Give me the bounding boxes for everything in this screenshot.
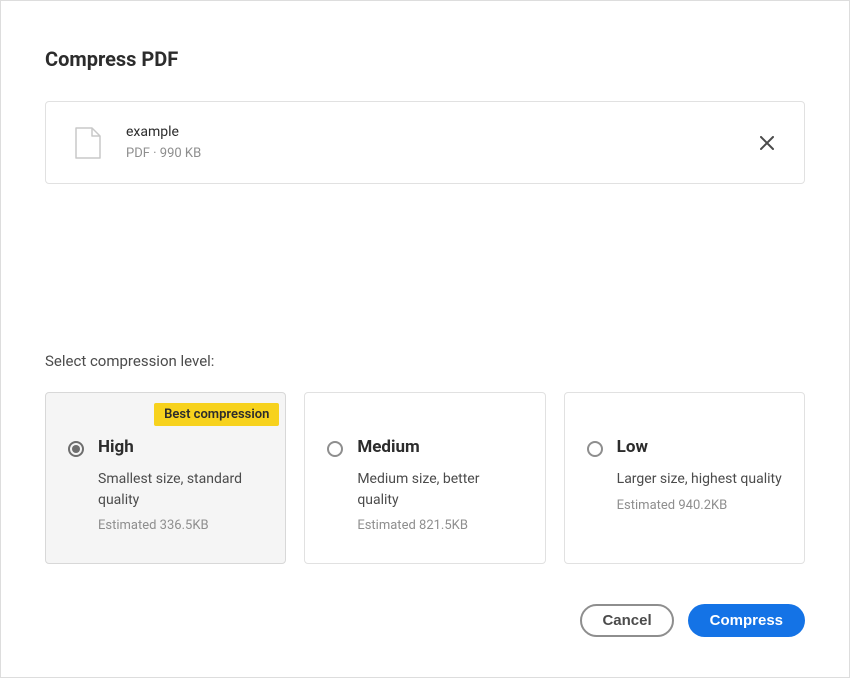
file-card: example PDF · 990 KB: [45, 101, 805, 184]
file-name: example: [126, 124, 734, 140]
cancel-button[interactable]: Cancel: [580, 604, 673, 637]
compress-button[interactable]: Compress: [688, 604, 805, 637]
option-desc: Medium size, better quality: [357, 469, 522, 510]
close-icon[interactable]: [758, 134, 776, 152]
option-title: Medium: [357, 437, 522, 457]
option-estimate: Estimated 940.2KB: [617, 498, 782, 513]
compression-option-medium[interactable]: Medium Medium size, better quality Estim…: [304, 392, 545, 564]
file-info: example PDF · 990 KB: [126, 124, 734, 161]
option-title: Low: [617, 437, 782, 457]
compression-level-label: Select compression level:: [45, 352, 805, 370]
file-meta: PDF · 990 KB: [126, 146, 734, 161]
option-estimate: Estimated 336.5KB: [98, 518, 263, 533]
button-row: Cancel Compress: [45, 604, 805, 637]
best-compression-badge: Best compression: [154, 403, 279, 426]
radio-high[interactable]: [68, 441, 84, 457]
compression-option-low[interactable]: Low Larger size, highest quality Estimat…: [564, 392, 805, 564]
radio-low[interactable]: [587, 441, 603, 457]
option-title: High: [98, 437, 263, 457]
option-desc: Larger size, highest quality: [617, 469, 782, 489]
compression-options: Best compression High Smallest size, sta…: [45, 392, 805, 564]
option-desc: Smallest size, standard quality: [98, 469, 263, 510]
file-icon: [74, 126, 102, 160]
option-estimate: Estimated 821.5KB: [357, 518, 522, 533]
page-title: Compress PDF: [45, 47, 805, 71]
radio-medium[interactable]: [327, 441, 343, 457]
compression-option-high[interactable]: Best compression High Smallest size, sta…: [45, 392, 286, 564]
